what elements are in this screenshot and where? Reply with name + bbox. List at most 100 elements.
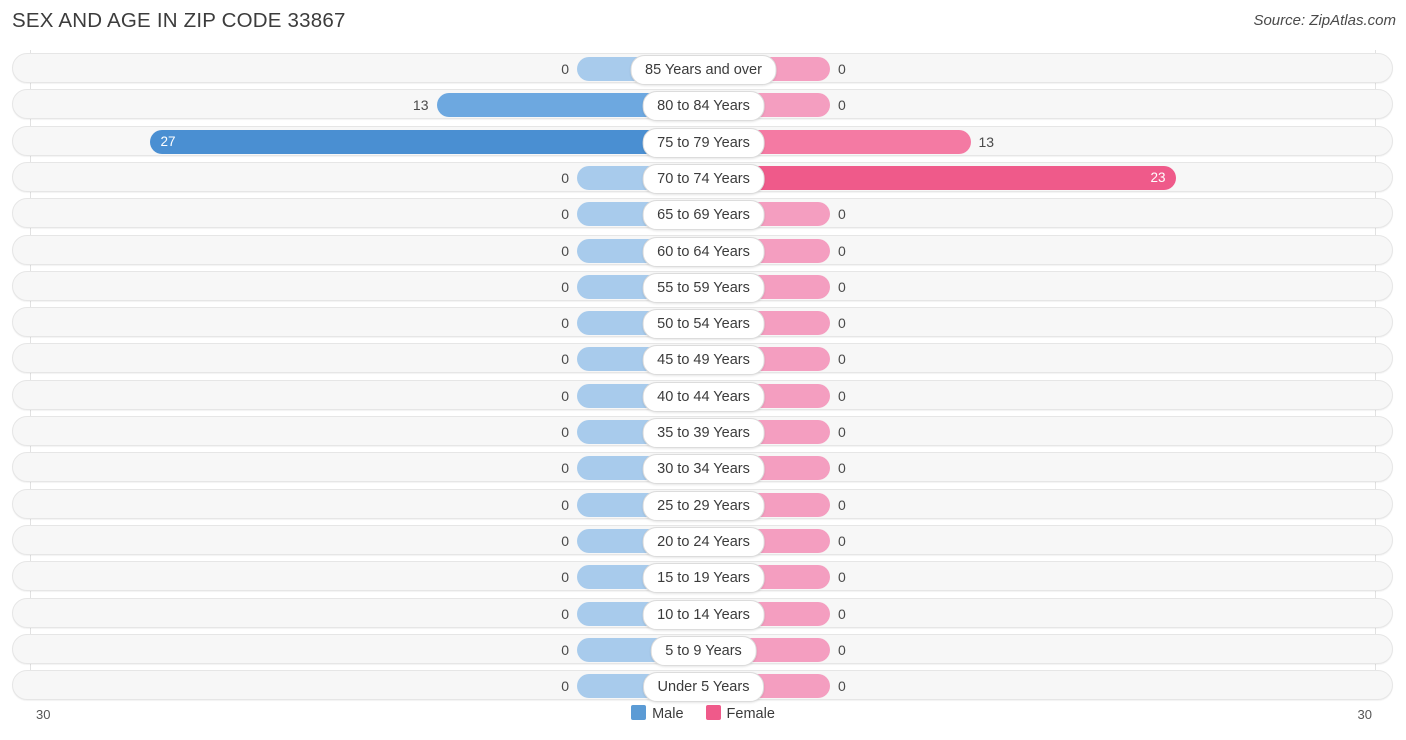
legend-swatch-icon	[631, 705, 647, 720]
row-inner: 0 0 25 to 29 Years	[13, 490, 1394, 521]
female-value-label: 0	[838, 460, 846, 477]
male-value-label: 0	[561, 460, 569, 477]
female-value-label: 0	[838, 496, 846, 513]
source-attribution: Source: ZipAtlas.com	[1253, 12, 1396, 29]
male-value-label: 0	[561, 242, 569, 259]
row-inner: 13 0 80 to 84 Years	[13, 90, 1394, 122]
female-value-label: 0	[838, 569, 846, 586]
male-value-label: 0	[561, 678, 569, 695]
row-inner: 0 0 35 to 39 Years	[13, 417, 1394, 448]
male-value-label: 0	[561, 387, 569, 404]
age-group-row[interactable]: 0 23 70 to 74 Years	[12, 161, 1394, 194]
page-title: SEX AND AGE IN ZIP CODE 33867	[12, 9, 346, 32]
age-group-label: 20 to 24 Years	[642, 526, 765, 557]
female-value-label: 0	[838, 532, 846, 549]
female-value-label: 0	[838, 61, 846, 77]
age-group-label: 55 to 59 Years	[642, 272, 765, 303]
age-group-row[interactable]: 0 0 45 to 49 Years	[12, 343, 1394, 376]
age-group-row[interactable]: 0 0 85 Years and over	[12, 53, 1394, 85]
male-value-label: 0	[561, 569, 569, 586]
chart-legend: Male Female	[0, 705, 1406, 722]
age-group-row[interactable]: 13 0 80 to 84 Years	[12, 89, 1394, 122]
age-group-label: 75 to 79 Years	[642, 127, 765, 158]
age-group-label: 45 to 49 Years	[642, 345, 765, 376]
male-value-label: 0	[561, 641, 569, 658]
row-inner: 0 0 45 to 49 Years	[13, 344, 1394, 376]
female-value-label: 0	[838, 315, 846, 332]
age-group-label: 10 to 14 Years	[642, 599, 765, 630]
age-group-row[interactable]: 0 0 25 to 29 Years	[12, 488, 1394, 521]
female-bar[interactable]	[704, 165, 1176, 190]
male-value-label: 0	[561, 532, 569, 549]
male-value-label: 0	[561, 278, 569, 295]
row-inner: 0 0 20 to 24 Years	[13, 526, 1394, 557]
male-value-label: 0	[561, 496, 569, 513]
age-group-label: Under 5 Years	[642, 672, 765, 703]
female-value-label: 0	[838, 424, 846, 440]
male-value-label: 27	[160, 133, 176, 149]
female-value-label: 0	[838, 678, 846, 695]
female-value-label: 13	[978, 133, 995, 150]
female-value-label: 0	[838, 605, 846, 622]
row-inner: 0 0 15 to 19 Years	[13, 562, 1394, 594]
male-value-label: 0	[561, 61, 569, 77]
row-inner: 0 0 10 to 14 Years	[13, 599, 1394, 630]
age-group-row[interactable]: 0 0 55 to 59 Years	[12, 270, 1394, 303]
age-group-row[interactable]: 0 0 20 to 24 Years	[12, 524, 1394, 557]
legend-item[interactable]: Male	[631, 705, 684, 722]
age-group-row[interactable]: 0 0 Under 5 Years	[12, 670, 1394, 703]
legend-label: Male	[652, 706, 684, 722]
row-inner: 0 0 85 Years and over	[13, 54, 1394, 85]
male-value-label: 0	[561, 351, 569, 368]
row-inner: 0 0 65 to 69 Years	[13, 199, 1394, 231]
age-group-label: 30 to 34 Years	[642, 454, 765, 485]
age-group-row[interactable]: 0 0 65 to 69 Years	[12, 198, 1394, 231]
legend-swatch-icon	[705, 705, 721, 720]
age-group-label: 80 to 84 Years	[642, 91, 765, 122]
age-group-label: 35 to 39 Years	[642, 418, 765, 448]
age-group-label: 85 Years and over	[630, 55, 777, 85]
age-group-label: 25 to 29 Years	[642, 490, 765, 521]
age-group-label: 70 to 74 Years	[642, 163, 765, 194]
female-value-label: 0	[838, 242, 846, 259]
population-pyramid-plot: 0 0 85 Years and over 13 0 80 to 84 Years 27 13…	[0, 50, 1406, 703]
female-value-label: 0	[838, 641, 846, 658]
age-group-label: 15 to 19 Years	[642, 563, 765, 594]
female-value-label: 23	[1150, 169, 1166, 185]
row-inner: 0 0 30 to 34 Years	[13, 453, 1394, 485]
age-group-row[interactable]: 0 0 35 to 39 Years	[12, 416, 1394, 448]
female-value-label: 0	[838, 387, 846, 404]
female-value-label: 0	[838, 278, 846, 295]
age-group-label: 65 to 69 Years	[642, 200, 765, 231]
row-inner: 0 0 5 to 9 Years	[13, 635, 1394, 666]
legend-item[interactable]: Female	[705, 705, 775, 722]
row-inner: 0 0 55 to 59 Years	[13, 272, 1394, 303]
female-value-label: 0	[838, 97, 846, 114]
age-group-label: 40 to 44 Years	[642, 381, 765, 412]
female-value-label: 0	[838, 351, 846, 368]
chart-header: SEX AND AGE IN ZIP CODE 33867 Source: Zi…	[0, 0, 1406, 46]
age-group-label: 50 to 54 Years	[642, 309, 765, 340]
age-group-label: 60 to 64 Years	[642, 236, 765, 267]
male-value-label: 13	[412, 97, 429, 114]
row-inner: 0 0 Under 5 Years	[13, 671, 1394, 703]
age-group-row[interactable]: 0 0 50 to 54 Years	[12, 307, 1394, 340]
male-value-label: 0	[561, 315, 569, 332]
age-group-row[interactable]: 0 0 40 to 44 Years	[12, 379, 1394, 412]
age-group-row[interactable]: 0 0 15 to 19 Years	[12, 561, 1394, 594]
age-group-row[interactable]: 0 0 5 to 9 Years	[12, 633, 1394, 666]
age-group-row[interactable]: 27 13 75 to 79 Years	[12, 125, 1393, 158]
age-group-label: 5 to 9 Years	[650, 635, 757, 666]
legend-label: Female	[726, 706, 775, 722]
age-group-row[interactable]: 0 0 30 to 34 Years	[12, 452, 1394, 485]
row-inner: 0 23 70 to 74 Years	[13, 163, 1394, 194]
male-bar[interactable]	[149, 129, 703, 154]
male-value-label: 0	[561, 605, 569, 622]
male-value-label: 0	[561, 424, 569, 440]
female-value-label: 0	[838, 206, 846, 223]
row-inner: 0 0 50 to 54 Years	[13, 308, 1394, 340]
row-inner: 0 0 40 to 44 Years	[13, 381, 1394, 412]
age-group-row[interactable]: 0 0 60 to 64 Years	[12, 234, 1394, 267]
row-inner: 0 0 60 to 64 Years	[13, 236, 1394, 267]
age-group-row[interactable]: 0 0 10 to 14 Years	[12, 597, 1394, 630]
